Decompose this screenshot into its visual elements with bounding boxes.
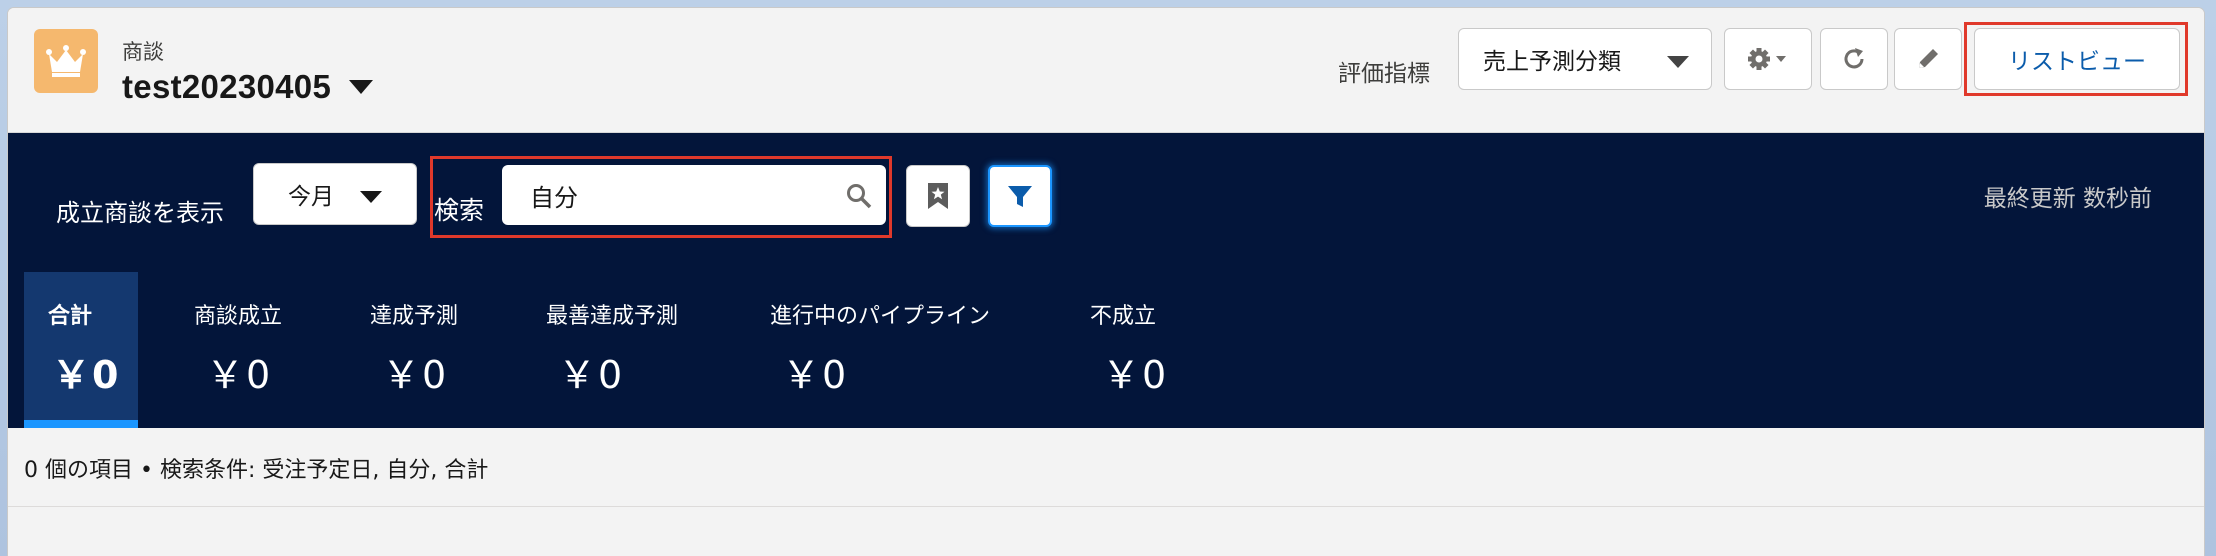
summary-value: ￥0: [1102, 353, 1169, 397]
show-won-label: 成立商談を表示: [56, 199, 224, 227]
bookmark-star-icon: [928, 183, 948, 209]
summary-label: 達成予測: [370, 304, 459, 329]
summary-label: 合計: [48, 304, 93, 329]
summary-tab-closed-won[interactable]: 商談成立 ￥0: [194, 272, 304, 428]
forecast-card: 商談 test20230405 評価指標 売上予測分類 リストビュー 成立商談を…: [8, 8, 2204, 556]
list-view-button[interactable]: リストビュー: [1974, 28, 2180, 90]
record-title[interactable]: test20230405: [122, 68, 331, 106]
list-area: [8, 507, 2204, 556]
chevron-down-icon[interactable]: [349, 80, 374, 94]
summary-value: ￥0: [558, 353, 625, 397]
summary-value: ￥0: [52, 353, 121, 397]
summary-label: 進行中のパイプライン: [770, 304, 991, 329]
metric-select[interactable]: 売上予測分類: [1458, 28, 1712, 90]
search-icon[interactable]: [846, 183, 872, 209]
search-input[interactable]: [528, 180, 832, 210]
chevron-down-icon: [360, 191, 382, 203]
summary-tab-closed-lost[interactable]: 不成立 ￥0: [1090, 272, 1200, 428]
search-field[interactable]: [502, 165, 886, 225]
record-title-group[interactable]: test20230405: [122, 68, 374, 106]
summary-tab-pipeline[interactable]: 進行中のパイプライン ￥0: [770, 272, 1020, 428]
object-type-label: 商談: [122, 40, 164, 64]
page-header: 商談 test20230405 評価指標 売上予測分類 リストビュー: [8, 8, 2204, 133]
summary-value: ￥0: [782, 353, 849, 397]
last-updated-text: 最終更新 数秒前: [1983, 186, 2152, 212]
summary-label: 商談成立: [194, 304, 283, 329]
summary-tab-best-case[interactable]: 最善達成予測 ￥0: [546, 272, 706, 428]
pencil-icon: [1919, 49, 1938, 68]
search-label: 検索: [434, 196, 485, 225]
window-frame: 商談 test20230405 評価指標 売上予測分類 リストビュー 成立商談を…: [0, 0, 2216, 556]
filter-button[interactable]: [988, 165, 1052, 227]
refresh-icon: [1844, 48, 1864, 69]
list-status-text: 0 個の項目 • 検索条件: 受注予定日, 自分, 合計: [24, 458, 489, 483]
chevron-down-icon: [1667, 56, 1689, 68]
summary-label: 最善達成予測: [546, 304, 679, 329]
metric-select-value: 売上予測分類: [1483, 49, 1621, 75]
period-select[interactable]: 今月: [253, 163, 417, 225]
forecast-panel: 成立商談を表示 今月 検索 自分 最終更新 数秒前 合計 ￥0 商談成立 ￥0 …: [8, 133, 2204, 440]
edit-button[interactable]: [1894, 28, 1962, 90]
summary-value: ￥0: [206, 353, 273, 397]
crown-icon: [34, 29, 98, 93]
summary-tab-commit[interactable]: 達成予測 ￥0: [370, 272, 480, 428]
refresh-button[interactable]: [1820, 28, 1888, 90]
summary-tab-total[interactable]: 合計 ￥0: [24, 272, 138, 428]
summary-label: 不成立: [1090, 304, 1157, 329]
summary-value: ￥0: [382, 353, 449, 397]
bookmark-button[interactable]: [906, 165, 970, 227]
metric-label: 評価指標: [1338, 61, 1430, 87]
filter-icon: [1008, 186, 1032, 207]
gear-icon: [1748, 48, 1786, 70]
period-select-value: 今月: [288, 184, 334, 210]
list-status-bar: 0 個の項目 • 検索条件: 受注予定日, 自分, 合計: [8, 428, 2204, 507]
settings-button[interactable]: [1724, 28, 1812, 90]
